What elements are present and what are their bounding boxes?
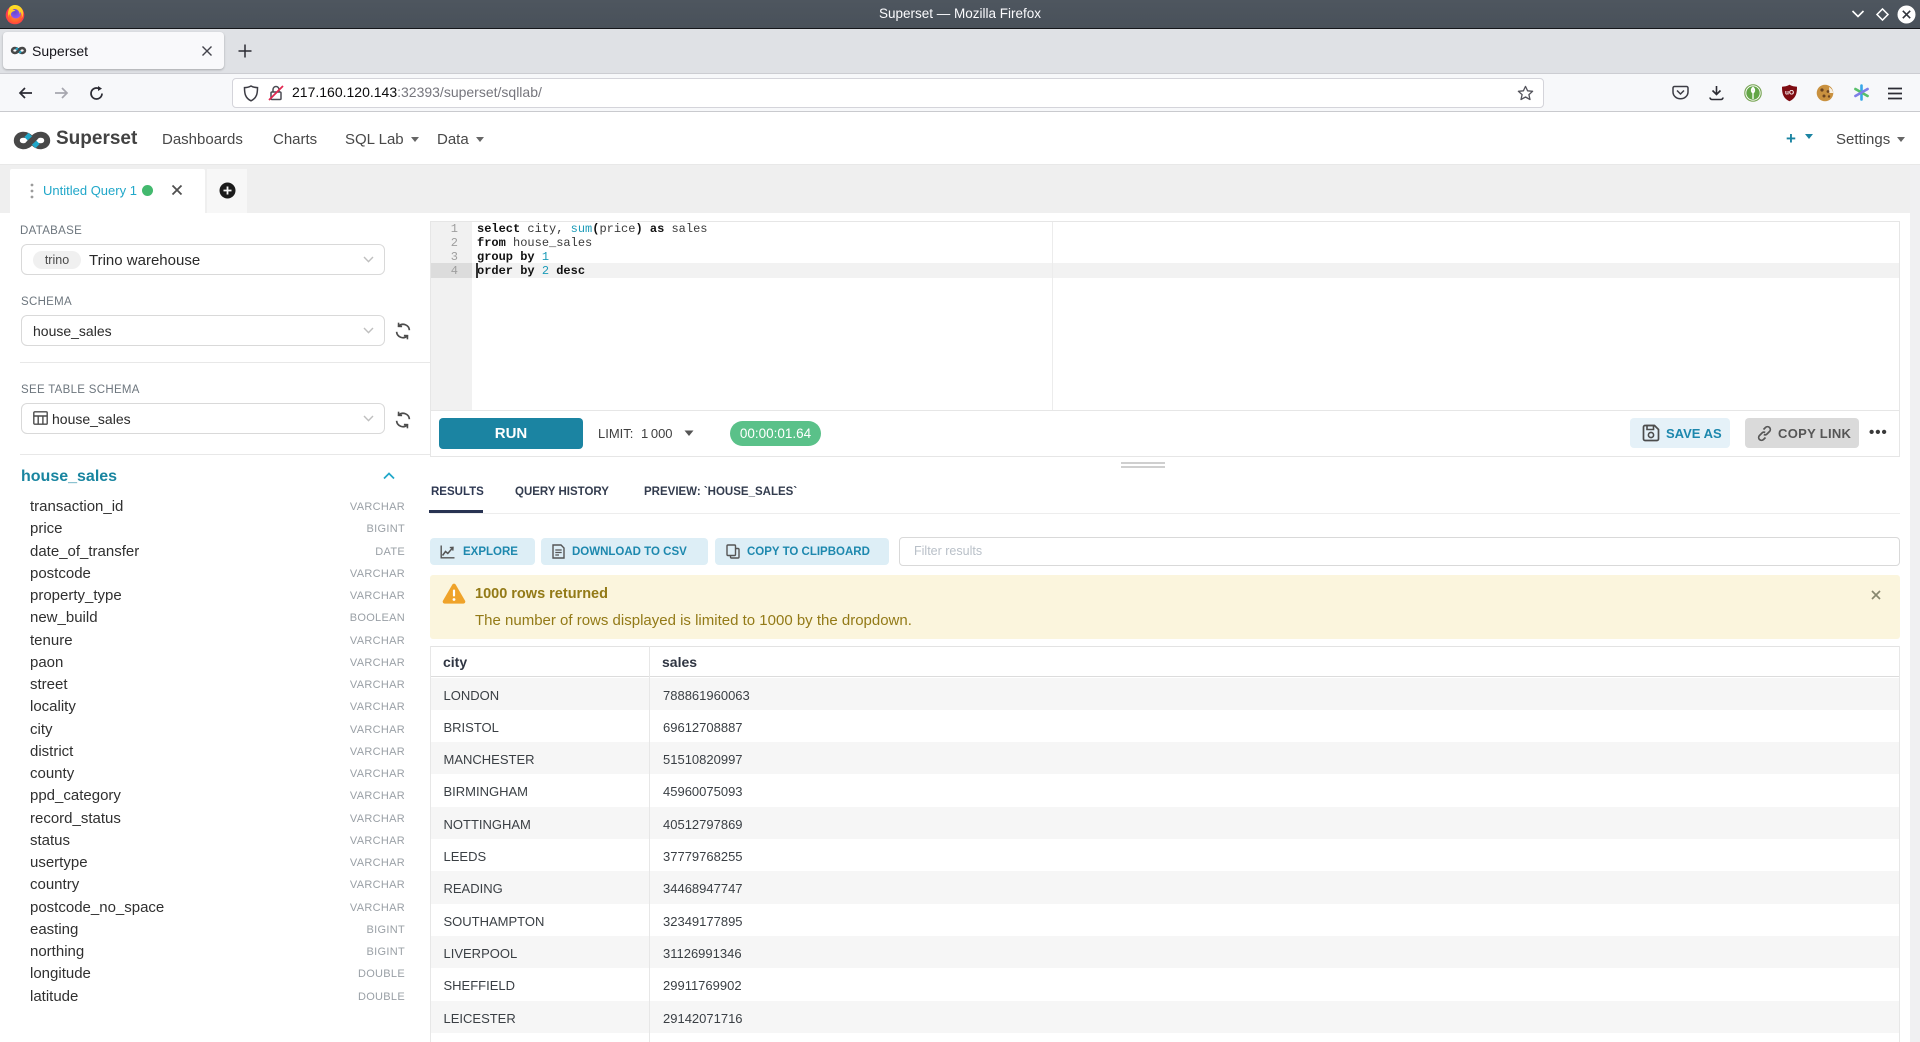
svg-text:uO: uO bbox=[1785, 90, 1794, 97]
